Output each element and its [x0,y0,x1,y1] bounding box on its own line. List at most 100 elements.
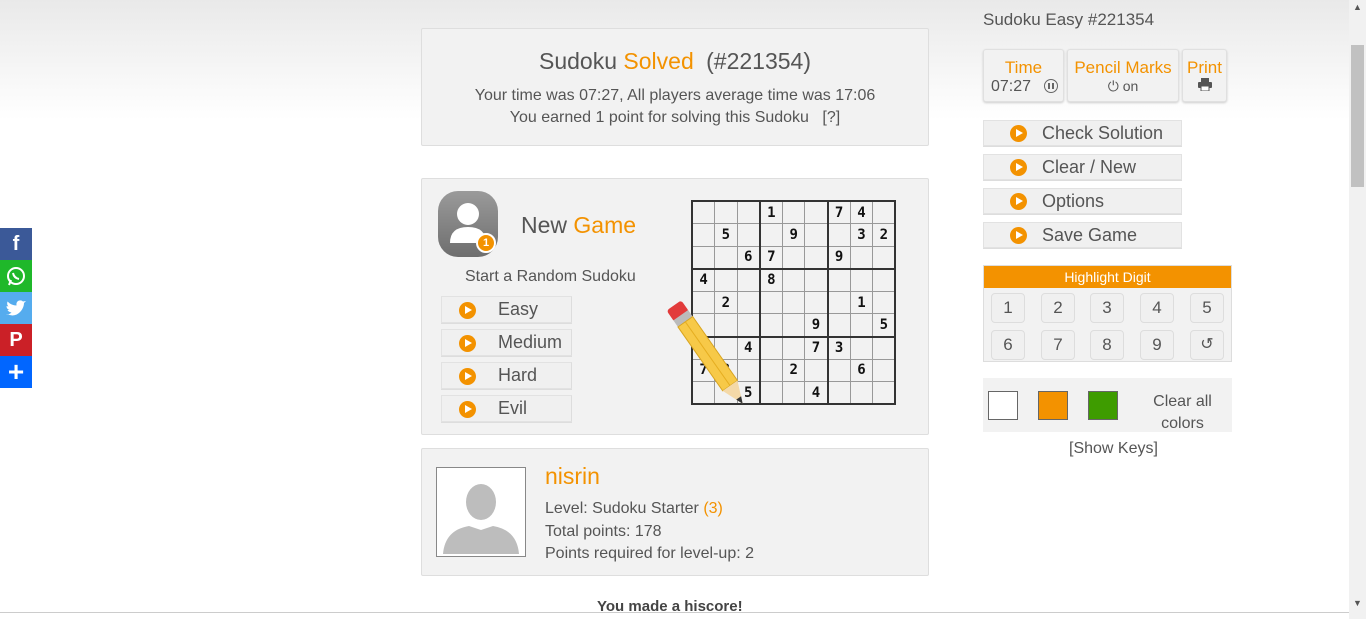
color-swatch-white[interactable] [988,391,1018,420]
sudoku-cell: 9 [827,245,851,270]
scrollbar-thumb[interactable] [1351,45,1364,187]
highlight-digit-9[interactable]: 9 [1140,330,1174,360]
sudoku-cell: 9 [781,223,806,247]
sudoku-cell: 2 [872,223,896,247]
sudoku-cell [714,200,738,225]
sudoku-cell: 4 [691,268,716,292]
color-swatch-green[interactable] [1088,391,1118,420]
pinterest-icon[interactable]: P [0,324,32,356]
sudoku-cell [714,268,738,292]
profile-panel: nisrin Level: Sudoku Starter (3) Total p… [421,448,929,576]
sudoku-cell [804,245,829,270]
sudoku-cell [714,245,738,270]
help-link[interactable]: [?] [822,109,840,126]
game-title: Sudoku Easy #221354 [983,10,1155,29]
play-icon [1010,227,1027,244]
easy-button[interactable]: Easy [441,296,572,323]
medium-button[interactable]: Medium [441,329,572,356]
color-swatch-orange[interactable] [1038,391,1068,420]
sudoku-cell [804,358,829,383]
save-game-button[interactable]: Save Game [983,222,1182,248]
sudoku-cell [872,245,896,270]
highlight-digit-7[interactable]: 7 [1041,330,1075,360]
sudoku-cell [736,223,761,247]
random-sudoku-label: Start a Random Sudoku [465,268,636,285]
sudoku-cell [759,381,783,405]
sudoku-cell: 5 [714,223,738,247]
highlight-digit-6[interactable]: 6 [991,330,1025,360]
solved-heading: Sudoku Solved (#221354) [539,48,811,74]
sudoku-cell [781,200,806,225]
scroll-up-arrow[interactable]: ▲ [1353,2,1362,12]
highlight-digit-3[interactable]: 3 [1090,293,1124,323]
play-icon [1010,159,1027,176]
sudoku-cell [759,336,783,360]
sudoku-cell [872,268,896,292]
evil-button[interactable]: Evil [441,395,572,422]
highlight-digit-2[interactable]: 2 [1041,293,1075,323]
solved-points-text: You earned 1 point for solving this Sudo… [509,109,841,126]
sudoku-cell: 1 [849,290,874,315]
pencil-icon [667,301,743,404]
highlight-digit-4[interactable]: 4 [1140,293,1174,323]
solved-panel: Sudoku Solved (#221354) Your time was 07… [421,28,929,146]
sudoku-cell: 2 [781,358,806,383]
profile-avatar [436,467,526,557]
options-button[interactable]: Options [983,188,1182,214]
highlight-digit-1[interactable]: 1 [991,293,1025,323]
sudoku-cell [849,268,874,292]
highlight-digit-5[interactable]: 5 [1190,293,1224,323]
sudoku-cell [781,313,806,338]
sudoku-cell [691,245,716,270]
play-icon [1010,125,1027,142]
highlight-digit-8[interactable]: 8 [1090,330,1124,360]
pencil-marks-toggle[interactable]: Pencil Marks ⏻ on [1067,49,1179,102]
sudoku-cell [849,336,874,360]
profile-points-required: Points required for level-up: 2 [545,545,754,562]
time-label: Time [1004,58,1043,77]
sudoku-cell [872,290,896,315]
level-badge: 1 [476,233,496,253]
clear-all-colors-button[interactable]: Clear all colors [1145,391,1220,435]
sudoku-cell: 7 [804,336,829,360]
sudoku-cell: 6 [736,245,761,270]
sudoku-cell: 3 [849,223,874,247]
sudoku-cell [804,290,829,315]
sudoku-cell: 1 [759,200,783,225]
play-icon [459,335,476,352]
pencil-marks-label: Pencil Marks [1074,58,1172,77]
sudoku-cell [781,381,806,405]
facebook-icon[interactable]: f [0,228,32,260]
print-button[interactable]: Print [1182,49,1227,102]
play-icon [1010,193,1027,210]
share-plus-icon[interactable]: + [0,356,32,388]
sudoku-cell [691,223,716,247]
undo-highlight-icon[interactable]: ↺ [1190,330,1224,360]
clear-new-button[interactable]: Clear / New [983,154,1182,180]
sudoku-cell [736,268,761,292]
check-solution-button[interactable]: Check Solution [983,120,1182,146]
sudoku-cell: 8 [759,268,783,292]
sudoku-cell: 7 [827,200,851,225]
whatsapp-icon[interactable] [0,260,32,292]
print-label: Print [1187,58,1222,77]
show-keys-link[interactable]: [Show Keys] [1069,440,1158,458]
sudoku-cell [759,223,783,247]
sudoku-cell [759,313,783,338]
sudoku-cell [804,223,829,247]
solved-time-text: Your time was 07:27, All players average… [474,87,876,104]
twitter-icon[interactable] [0,292,32,324]
profile-total-points: Total points: 178 [545,523,662,540]
highlight-digit-panel: Highlight Digit 1 2 3 4 5 6 7 8 9 ↺ [983,265,1232,362]
sudoku-cell [827,223,851,247]
sudoku-cell [827,381,851,405]
hard-button[interactable]: Hard [441,362,572,389]
scroll-down-arrow[interactable]: ▼ [1353,598,1362,608]
sudoku-cell [827,290,851,315]
profile-name[interactable]: nisrin [545,463,600,490]
new-game-panel: 1 New Game Start a Random Sudoku Easy Me… [421,178,929,435]
sudoku-cell [781,290,806,315]
pause-icon[interactable] [1043,79,1058,93]
sudoku-cell [736,200,761,225]
time-box: Time 07:27 [983,49,1064,102]
